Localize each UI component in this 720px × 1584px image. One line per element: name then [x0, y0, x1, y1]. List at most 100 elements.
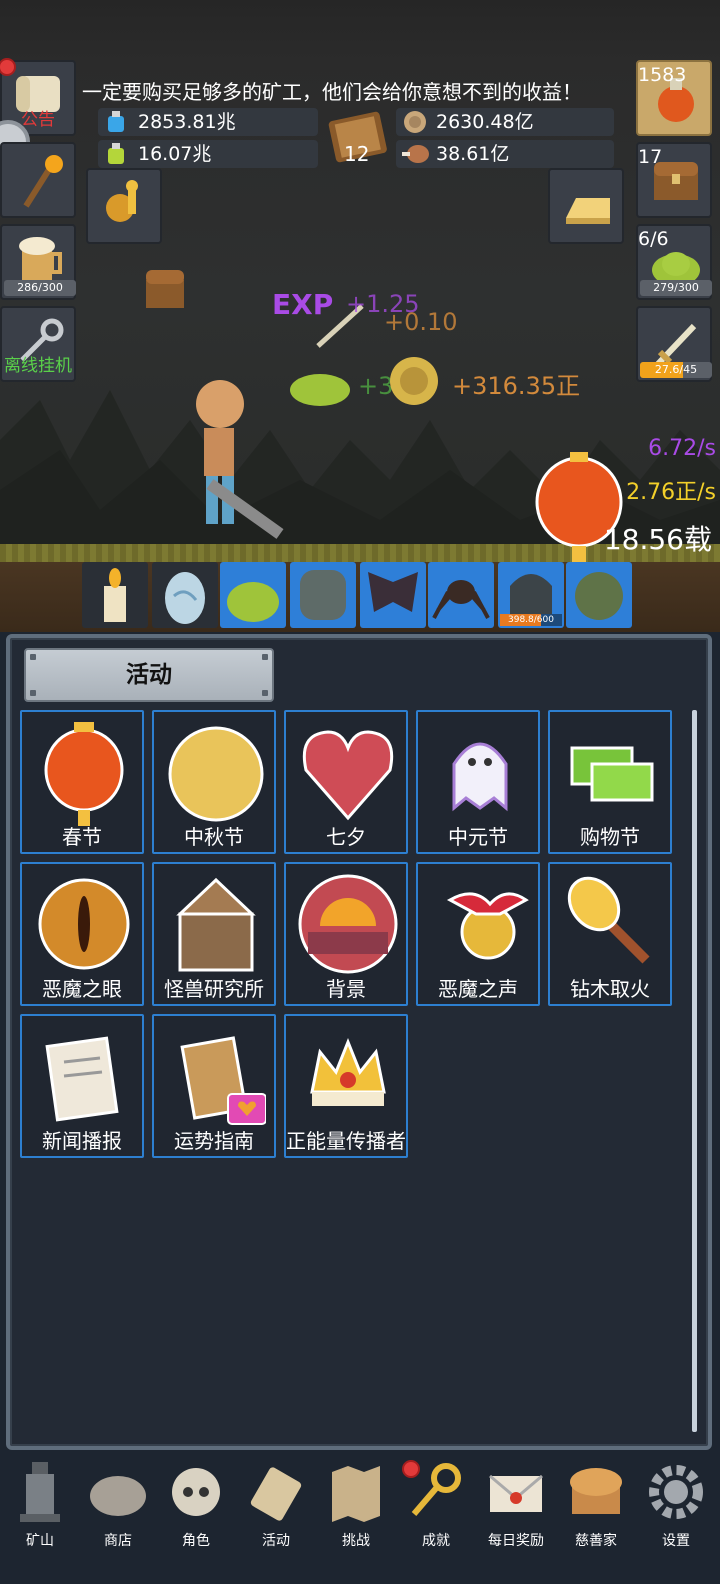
sunset-icon	[298, 874, 398, 974]
sword-capacity: 27.6/45	[640, 362, 712, 378]
money-icon	[570, 746, 654, 802]
potion-button[interactable]: 1583	[636, 60, 712, 136]
sword-gain: +0.10	[384, 308, 458, 336]
tile-positive-energy[interactable]: 正能量传播者	[284, 1014, 408, 1158]
torch-icon	[567, 876, 650, 964]
coin-icon	[404, 111, 426, 133]
tile-mid-autumn[interactable]: 中秋节	[152, 710, 276, 854]
golden-key-button[interactable]	[86, 168, 162, 244]
monster-hp-bar: 398.8/600	[500, 614, 562, 626]
nav-character[interactable]: 角色	[156, 1458, 236, 1554]
monster-slot-slime[interactable]	[220, 562, 286, 628]
bell-icon	[446, 892, 529, 960]
panel-title-text: 活动	[126, 662, 172, 688]
torch-button[interactable]	[0, 142, 76, 218]
tile-label: 恶魔之眼	[42, 977, 122, 1001]
activity-panel: 活动 春节 中秋节 七夕 中元节 购物节 恶魔之眼 怪兽研究所 背景 恶魔之声	[6, 634, 712, 1450]
notice-text: 一定要购买足够多的矿工，他们会给你意想不到的收益！	[82, 80, 582, 104]
tile-drill-fire[interactable]: 钻木取火	[548, 862, 672, 1006]
bat-icon	[368, 572, 418, 612]
tile-fortune-guide[interactable]: 运势指南	[152, 1014, 276, 1158]
game-screen: { "notice": "一定要购买足够多的矿工，他们会给你意想不到的收益！",…	[0, 0, 720, 1584]
candle-icon	[104, 568, 126, 622]
slime-count: 6/6	[638, 228, 669, 250]
tile-label: 正能量传播者	[286, 1129, 406, 1153]
yellow-rate: 2.76正/s	[626, 480, 716, 505]
nav-shop[interactable]: 商店	[78, 1458, 158, 1554]
chest-button[interactable]: 17	[636, 142, 712, 218]
scrollbar[interactable]	[692, 710, 697, 1432]
nav-challenge[interactable]: 挑战	[316, 1458, 396, 1554]
nav-settings[interactable]: 设置	[636, 1458, 716, 1554]
potion-count: 1583	[638, 64, 687, 86]
gold-bar-button[interactable]	[548, 168, 624, 244]
beer-button[interactable]: 286/300	[0, 224, 76, 300]
zombie-icon	[300, 570, 346, 620]
tile-news[interactable]: 新闻播报	[20, 1014, 144, 1158]
tile-label: 背景	[326, 977, 366, 1001]
monster-slot-reaper[interactable]: 398.8/600	[498, 562, 564, 628]
ore-icon	[90, 1476, 146, 1516]
nav-label: 每日奖励	[488, 1533, 544, 1549]
nav-label: 成就	[422, 1533, 450, 1549]
coin-gain: +316.35正	[452, 372, 581, 400]
game-scene: 公告 286/300 离线挂机 一定要购买足够多的矿工，他们会给你意想不到的收益…	[0, 0, 720, 632]
tile-demon-eye[interactable]: 恶魔之眼	[20, 862, 144, 1006]
green-potion-value: 16.07兆	[138, 143, 212, 165]
coin-value: 2630.48亿	[436, 111, 534, 133]
nav-label: 挑战	[342, 1533, 370, 1549]
panel-title: 活动	[24, 648, 274, 702]
meat-value: 38.61亿	[436, 143, 510, 165]
monster-slot-egg[interactable]	[152, 562, 218, 628]
tile-background[interactable]: 背景	[284, 862, 408, 1006]
blue-potion-value: 2853.81兆	[138, 111, 236, 133]
floating-coin-icon	[390, 357, 438, 405]
tile-monster-lab[interactable]: 怪兽研究所	[152, 862, 276, 1006]
monster-slot-orc[interactable]	[566, 562, 632, 628]
fortune-icon	[180, 1036, 266, 1125]
nav-activity[interactable]: 活动	[236, 1458, 316, 1554]
bread-icon	[570, 1468, 622, 1514]
tile-label: 七夕	[326, 825, 366, 849]
slime-monster-icon	[227, 582, 279, 622]
heart-icon	[302, 730, 394, 821]
monster-slot-bat[interactable]	[360, 562, 426, 628]
offline-button[interactable]: 离线挂机	[0, 306, 76, 382]
demon-eye-icon	[38, 878, 130, 970]
monster-slot-zombie[interactable]	[290, 562, 356, 628]
orc-icon	[575, 572, 623, 620]
monster-lab-icon	[176, 877, 256, 972]
nav-label: 矿山	[26, 1533, 54, 1549]
lantern-icon	[44, 722, 124, 826]
sword-button[interactable]: 27.6/45	[636, 306, 712, 382]
tile-label: 恶魔之声	[438, 977, 518, 1001]
egg-icon	[165, 572, 205, 624]
tile-demon-voice[interactable]: 恶魔之声	[416, 862, 540, 1006]
nav-philanthropist[interactable]: 慈善家	[556, 1458, 636, 1554]
offline-label: 离线挂机	[4, 356, 72, 376]
ghost-icon	[452, 742, 508, 812]
green-potion-icon	[108, 143, 124, 164]
monster-hp-value: 398.8/600	[508, 615, 554, 625]
nav-mine[interactable]: 矿山	[0, 1458, 80, 1554]
tile-ghost-festival[interactable]: 中元节	[416, 710, 540, 854]
crown-icon	[310, 1037, 386, 1106]
nav-daily-reward[interactable]: 每日奖励	[476, 1458, 556, 1554]
meat-resource: 38.61亿	[396, 140, 614, 168]
chest-count: 17	[638, 146, 663, 168]
slime-button[interactable]: 6/6 279/300	[636, 224, 712, 300]
monster-slot-candle[interactable]	[82, 562, 148, 628]
tile-label: 购物节	[580, 825, 640, 849]
blue-potion-icon	[108, 111, 124, 132]
nav-achievement[interactable]: 成就	[396, 1458, 476, 1554]
nav-label: 角色	[182, 1533, 210, 1549]
tile-label: 钻木取火	[570, 977, 650, 1001]
tile-qixi[interactable]: 七夕	[284, 710, 408, 854]
book-count: 12	[344, 142, 370, 166]
letter-icon	[489, 1474, 543, 1512]
monster-slot-spider[interactable]	[428, 562, 494, 628]
tile-spring-festival[interactable]: 春节	[20, 710, 144, 854]
tile-label: 中元节	[448, 825, 508, 849]
small-chest-icon[interactable]	[142, 262, 188, 312]
tile-shopping-festival[interactable]: 购物节	[548, 710, 672, 854]
